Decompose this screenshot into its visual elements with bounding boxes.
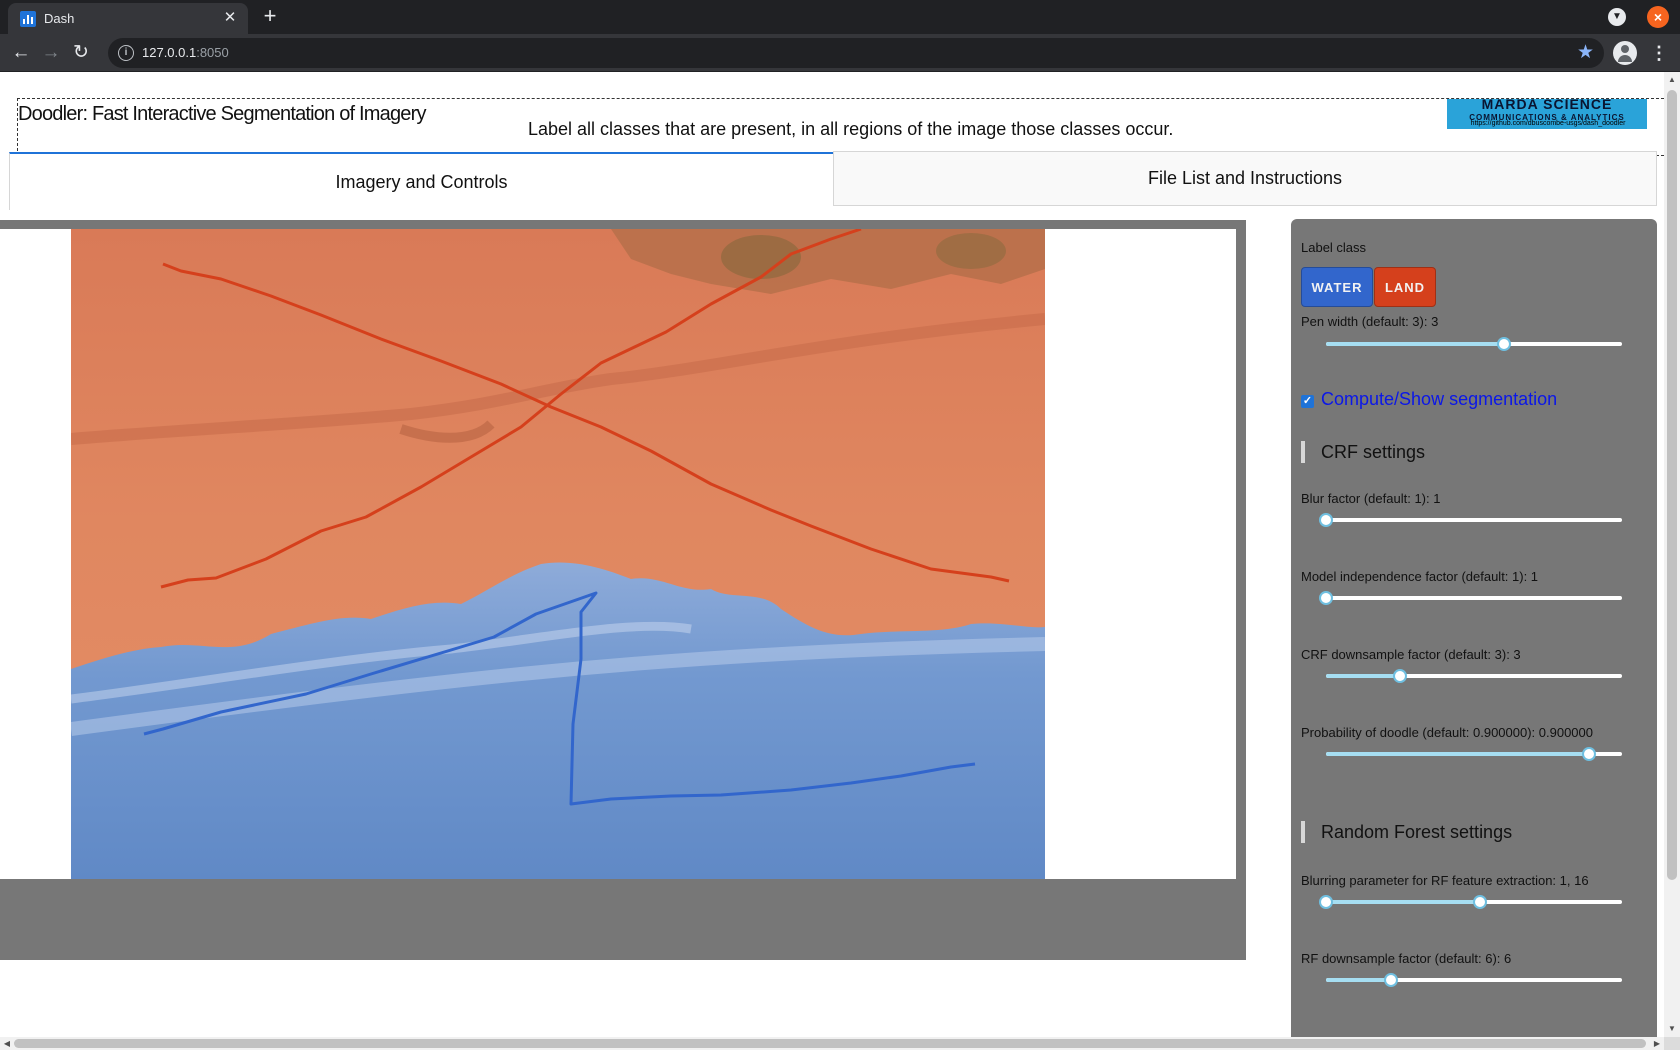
profile-avatar-icon[interactable] [1613,41,1637,65]
crf-settings-heading: CRF settings [1301,441,1425,463]
browser-toolbar: ← → ↻ i 127.0.0.1:8050 ★ [0,34,1680,72]
page-content: Doodler: Fast Interactive Segmentation o… [0,72,1664,1037]
vertical-scroll-thumb[interactable] [1667,90,1677,880]
forward-icon[interactable]: → [38,40,64,66]
back-icon[interactable]: ← [8,40,34,66]
pen-width-label: Pen width (default: 3): 3 [1301,314,1439,329]
slider-handle[interactable] [1582,747,1597,761]
range-handle-start[interactable] [1319,895,1333,909]
horizontal-scroll-thumb[interactable] [14,1039,1646,1048]
random-forest-settings-heading: Random Forest settings [1301,821,1512,843]
tab-search-icon[interactable]: ▼ [1608,8,1626,26]
crf-downsample-label: CRF downsample factor (default: 3): 3 [1301,647,1521,662]
slider-handle[interactable] [1496,337,1511,351]
tab-file-list[interactable]: File List and Instructions [833,151,1657,206]
rf-downsample-slider[interactable] [1326,972,1622,988]
pen-width-slider[interactable] [1326,336,1622,352]
scroll-up-icon[interactable]: ▲ [1664,72,1680,88]
doodle-probability-slider[interactable] [1326,746,1622,762]
segmentation-image[interactable] [70,227,1046,879]
browser-menu-icon[interactable]: ⋮ [1650,40,1668,66]
close-tab-icon[interactable]: ✕ [220,8,240,28]
doodle-probability-label: Probability of doodle (default: 0.900000… [1301,725,1593,740]
model-independence-slider[interactable] [1319,590,1622,606]
instructions-text: Label all classes that are present, in a… [528,119,1174,139]
vertical-scrollbar[interactable]: ▲ ▼ [1664,72,1680,1037]
slider-handle[interactable] [1319,591,1333,605]
page-title: Doodler: Fast Interactive Segmentation o… [18,103,426,125]
dash-favicon-icon [20,11,36,27]
blur-factor-slider[interactable] [1319,512,1622,528]
browser-tab[interactable]: Dash ✕ [8,3,248,34]
scrollbar-corner [1664,1037,1680,1050]
bookmark-star-icon[interactable]: ★ [1577,41,1594,64]
window-close-icon[interactable]: × [1647,6,1669,28]
scroll-right-icon[interactable]: ▶ [1650,1037,1664,1050]
segmentation-checkbox-label[interactable]: Compute/Show segmentation [1321,389,1557,410]
rf-blur-label: Blurring parameter for RF feature extrac… [1301,873,1589,888]
browser-tabstrip: Dash ✕ + ▼ × [0,0,1680,34]
rf-blur-range-slider[interactable] [1319,894,1622,910]
label-class-title: Label class [1301,240,1367,255]
segmentation-checkbox[interactable]: ✓ [1301,395,1314,408]
url-text: 127.0.0.1:8050 [142,45,229,60]
scroll-down-icon[interactable]: ▼ [1664,1021,1680,1037]
blur-factor-label: Blur factor (default: 1): 1 [1301,491,1441,506]
slider-handle[interactable] [1384,973,1399,987]
controls-panel: Label class WATER LAND Pen width (defaul… [1291,219,1657,1037]
annotated-image-svg[interactable] [70,227,1046,879]
address-bar[interactable]: i 127.0.0.1:8050 ★ [108,38,1604,68]
range-handle-end[interactable] [1472,895,1487,909]
crf-downsample-slider[interactable] [1326,668,1622,684]
image-panel [0,220,1246,960]
slider-handle[interactable] [1393,669,1407,683]
image-canvas-area[interactable] [0,227,1236,879]
new-tab-icon[interactable]: + [258,5,282,29]
slider-handle[interactable] [1319,513,1333,527]
tab-title: Dash [44,11,75,26]
rf-downsample-label: RF downsample factor (default: 6): 6 [1301,951,1512,966]
land-class-button[interactable]: LAND [1374,267,1436,307]
scroll-left-icon[interactable]: ◀ [0,1037,14,1050]
site-info-icon[interactable]: i [118,45,134,61]
water-class-button[interactable]: WATER [1301,267,1373,307]
reload-icon[interactable]: ↻ [68,40,94,66]
tab-imagery-controls[interactable]: Imagery and Controls [9,152,833,210]
horizontal-scrollbar[interactable]: ◀ ▶ [0,1037,1664,1050]
model-independence-label: Model independence factor (default: 1): … [1301,569,1539,584]
logo-url: https://github.com/dbuscombe-usgs/dash_d… [1470,120,1626,127]
